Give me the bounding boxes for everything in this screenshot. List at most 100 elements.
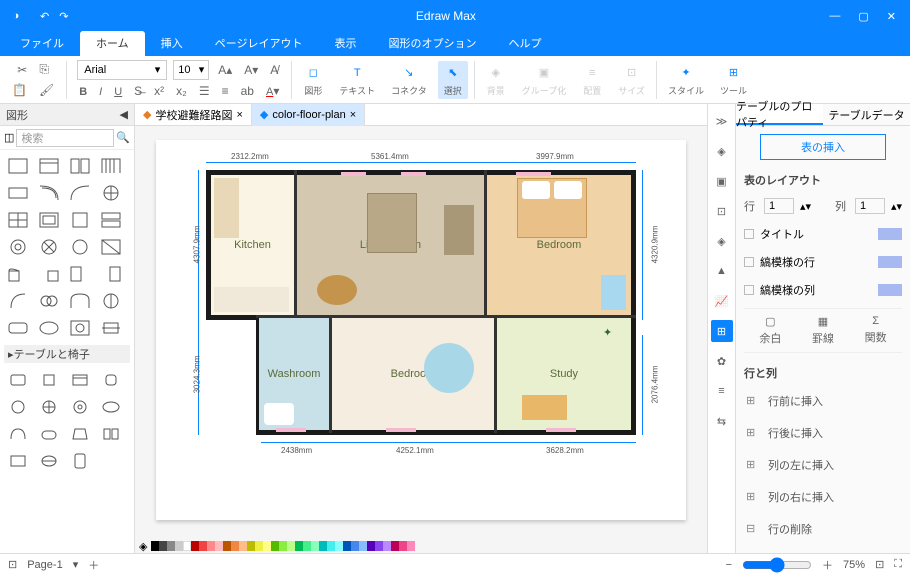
group-button[interactable]: ▣グループ化 (517, 61, 571, 99)
insert-col-right[interactable]: ⊞列の右に挿入 (744, 485, 902, 509)
cut-icon[interactable]: ✂ (14, 61, 30, 79)
distribute-panel-icon[interactable]: ⇆ (711, 410, 733, 432)
canvas[interactable]: 2312.2mm 5361.4mm 3997.9mm 4307.9mm 3024… (135, 126, 707, 539)
color-swatch[interactable] (303, 541, 311, 551)
maximize-icon[interactable]: ▢ (858, 10, 868, 23)
color-swatch[interactable] (391, 541, 399, 551)
insert-table-button[interactable]: 表の挿入 (760, 134, 886, 160)
clear-format-icon[interactable]: A̸ (267, 61, 281, 79)
library-icon[interactable]: ◫ (4, 131, 14, 144)
shape-item[interactable] (66, 316, 94, 340)
underline-icon[interactable]: U (111, 82, 125, 100)
shape-item[interactable] (35, 262, 63, 286)
color-swatch[interactable] (239, 541, 247, 551)
shape-item[interactable] (66, 368, 94, 392)
color-swatch[interactable] (407, 541, 415, 551)
style-button[interactable]: ✦スタイル (663, 61, 709, 99)
shape-item[interactable] (97, 181, 125, 205)
size-button[interactable]: ⊡サイズ (613, 61, 650, 99)
menu-help[interactable]: ヘルプ (492, 31, 557, 56)
zoom-out-icon[interactable]: − (726, 559, 732, 571)
color-swatch[interactable] (327, 541, 335, 551)
shape-item[interactable] (35, 289, 63, 313)
zoom-in-icon[interactable]: ＋ (822, 557, 833, 573)
shape-item[interactable] (35, 422, 63, 446)
color-swatch[interactable] (247, 541, 255, 551)
color-swatch[interactable] (375, 541, 383, 551)
fullscreen-icon[interactable]: ⛶ (894, 558, 902, 571)
number-icon[interactable]: ≡ (219, 82, 232, 100)
delete-col[interactable]: ⊟列の削除 (744, 549, 902, 553)
color-swatch[interactable] (255, 541, 263, 551)
close-tab-icon[interactable]: × (350, 109, 356, 121)
shape-item[interactable] (97, 235, 125, 259)
shape-item[interactable] (35, 235, 63, 259)
shape-item[interactable] (4, 316, 32, 340)
shape-item[interactable] (97, 262, 125, 286)
expand-icon[interactable]: ≫ (711, 110, 733, 132)
shape-item[interactable] (4, 154, 32, 178)
close-icon[interactable]: ✕ (887, 10, 896, 23)
shape-item[interactable] (97, 368, 125, 392)
shape-item[interactable] (66, 154, 94, 178)
tab-properties[interactable]: テーブルのプロパティ (736, 104, 823, 125)
rows-input[interactable]: 1 (764, 198, 794, 214)
cols-input[interactable]: 1 (855, 198, 885, 214)
strike-icon[interactable]: S̶ (131, 82, 145, 100)
shape-item[interactable] (97, 154, 125, 178)
shape-item[interactable] (4, 181, 32, 205)
shape-item[interactable] (4, 368, 32, 392)
shape-item[interactable] (97, 395, 125, 419)
band-cols-checkbox[interactable]: 縞模様の列 (744, 280, 902, 300)
text-color-icon[interactable]: A▾ (263, 82, 282, 100)
color-swatch[interactable] (287, 541, 295, 551)
background-button[interactable]: ◈背景 (481, 61, 511, 99)
shape-item[interactable] (35, 449, 63, 473)
collapse-icon[interactable]: ◀ (120, 108, 128, 121)
redo-icon[interactable]: ↷ (59, 10, 68, 23)
shape-item[interactable] (4, 208, 32, 232)
shape-item[interactable] (66, 395, 94, 419)
tab-doc1[interactable]: ◆学校避難経路図× (135, 104, 252, 126)
color-swatch[interactable] (207, 541, 215, 551)
shape-item[interactable] (66, 289, 94, 313)
tab-data[interactable]: テーブルデータ (823, 104, 910, 125)
shape-item[interactable] (97, 289, 125, 313)
stepper-icon[interactable]: ▴▾ (800, 200, 811, 213)
italic-icon[interactable]: I (96, 82, 105, 100)
table-panel-icon[interactable]: ⊞ (711, 320, 733, 342)
shape-button[interactable]: ◻図形 (298, 61, 328, 99)
font-size[interactable]: 10▾ (173, 60, 209, 80)
format-painter-icon[interactable]: 🖌 (36, 81, 57, 99)
color-swatch[interactable] (151, 541, 159, 551)
color-swatch[interactable] (383, 541, 391, 551)
color-swatch[interactable] (175, 541, 183, 551)
title-checkbox[interactable]: タイトル (744, 224, 902, 244)
page-toggle-icon[interactable]: ⊡ (8, 558, 17, 571)
color-swatch[interactable] (263, 541, 271, 551)
subscript-icon[interactable]: x₂ (173, 82, 190, 100)
page-label[interactable]: Page-1 (27, 559, 62, 571)
page-menu-icon[interactable]: ▾ (73, 558, 79, 571)
search-input[interactable]: 検索 (16, 129, 114, 147)
close-tab-icon[interactable]: × (236, 109, 242, 121)
highlight-icon[interactable]: ab (238, 82, 257, 100)
color-swatch[interactable] (167, 541, 175, 551)
theme-panel-icon[interactable]: ◈ (711, 140, 733, 162)
shape-item[interactable] (4, 422, 32, 446)
color-swatch[interactable] (223, 541, 231, 551)
clipart-panel-icon[interactable]: ✿ (711, 350, 733, 372)
function-button[interactable]: Σ関数 (865, 315, 887, 346)
color-swatch[interactable] (271, 541, 279, 551)
shape-item[interactable] (4, 262, 32, 286)
shape-item[interactable] (66, 208, 94, 232)
undo-icon[interactable]: ↶ (40, 10, 49, 23)
color-swatch[interactable] (319, 541, 327, 551)
shape-item[interactable] (66, 181, 94, 205)
layer-button[interactable]: ≡配置 (577, 61, 607, 99)
bullet-icon[interactable]: ☰ (196, 82, 213, 100)
shape-item[interactable] (4, 235, 32, 259)
menu-view[interactable]: 表示 (318, 31, 372, 56)
font-select[interactable]: Arial▾ (77, 60, 167, 80)
shape-item[interactable] (66, 235, 94, 259)
